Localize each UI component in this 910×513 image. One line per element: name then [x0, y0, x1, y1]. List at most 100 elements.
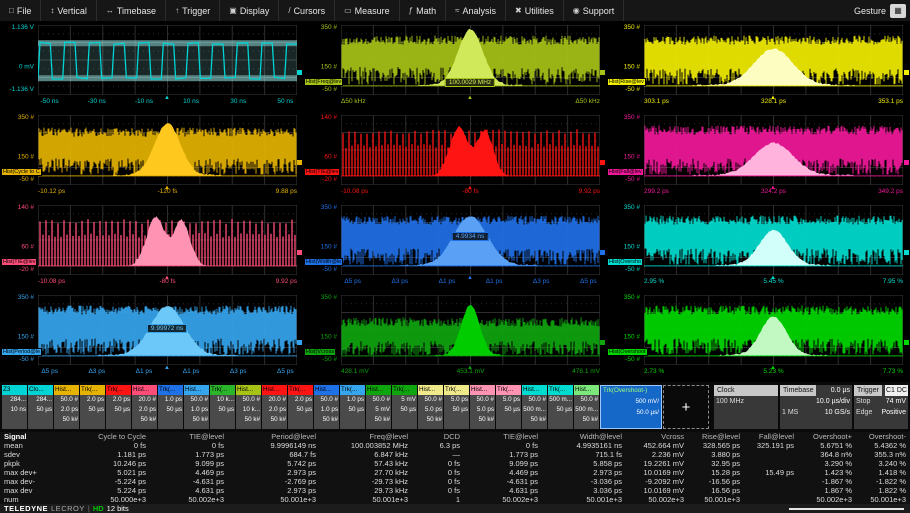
descriptor-box-9[interactable]: Hist...50.0 #10 k...50 k# [236, 385, 261, 429]
menu-display[interactable]: ▣Display [220, 0, 279, 21]
waveform-plot[interactable] [38, 25, 297, 95]
trace-tag-hist-overshoot-neg[interactable]: Hist(Overshoot [607, 348, 648, 356]
menu-measure[interactable]: ▭Measure [335, 0, 400, 21]
trigger-descriptor-box[interactable]: Trigger C1 DC Stop 74 mV Edge Positive [854, 385, 908, 429]
trace-tag-hist-rise[interactable]: Hist(Rise@lev [607, 78, 646, 86]
menu-label: Trigger [182, 6, 210, 16]
menu-vertical[interactable]: ↕Vertical [41, 0, 97, 21]
descriptor-box-17[interactable]: Trk(...5.0 ps50 µs [444, 385, 469, 429]
descriptor-box-11[interactable]: Trk(...2.0 ps50 µs [288, 385, 313, 429]
column-header-width-level[interactable]: Width@level [542, 432, 626, 441]
descriptor-value: 50.0 # [184, 395, 209, 405]
descriptor-box-5[interactable]: Hist...20.0 #2.0 ps50 k# [132, 385, 157, 429]
scroll-indicator[interactable] [789, 508, 904, 510]
menu-file[interactable]: □File [0, 0, 41, 21]
column-header-rise-level[interactable]: Rise@level [688, 432, 744, 441]
descriptor-label: Trk(... [158, 385, 183, 395]
trace-tag-hist-tie-clock[interactable]: Hist(TIE@lev [304, 168, 340, 176]
descriptor-box-15[interactable]: Trk(...5 mV50 µs [392, 385, 417, 429]
menu-support[interactable]: ◉Support [564, 0, 625, 21]
menu-analysis[interactable]: ≈Analysis [446, 0, 506, 21]
column-header-period-level[interactable]: Period@level [228, 432, 320, 441]
descriptor-box-12[interactable]: Hist...50.0 #1.0 ps50 k# [314, 385, 339, 429]
descriptor-box-21[interactable]: Trk(...500 m...50 µs [548, 385, 573, 429]
column-header-signal[interactable]: Signal [0, 432, 58, 441]
descriptor-value: 5 mV [392, 395, 417, 405]
descriptor-box-3[interactable]: Trk(...2.0 ps50 µs [80, 385, 105, 429]
descriptor-box-4[interactable]: Trk(...2.0 ps50 µs [106, 385, 131, 429]
descriptor-box-14[interactable]: Hist...50.0 #5 mV50 k# [366, 385, 391, 429]
menu-utilities[interactable]: ✖Utilities [506, 0, 564, 21]
column-header-freq-level[interactable]: Freq@level [320, 432, 412, 441]
timebase-descriptor-box[interactable]: Timebase 0.0 µs 10.0 µs/div 1 MS 10 GS/s [780, 385, 852, 429]
row-label: max dev- [0, 477, 58, 486]
column-header-tie-level[interactable]: TIE@level [150, 432, 228, 441]
measurement-value: 0 fs [412, 486, 464, 495]
x-axis-label: Δ1 ps [136, 368, 153, 375]
trace-level-marker [600, 70, 605, 75]
descriptor-box-22[interactable]: Hist...50.0 #500 m...50 k# [574, 385, 599, 429]
descriptor-value: 5.0 ps [496, 395, 521, 405]
column-header-fall-level[interactable]: Fall@level [744, 432, 798, 441]
measurement-value: -16.56 ps [688, 477, 744, 486]
histogram-plot[interactable] [38, 115, 297, 185]
descriptor-box-19[interactable]: Trk(...5.0 ps50 µs [496, 385, 521, 429]
trace-tag-hist-freq[interactable]: Hist(Freq@lev [304, 78, 343, 86]
descriptor-box-2[interactable]: Hist...50.0 #2.0 ps50 k# [54, 385, 79, 429]
menu-timebase[interactable]: ↔Timebase [97, 0, 166, 21]
trace-tag-hist-width[interactable]: Hist(Width@le [304, 258, 343, 266]
gesture-control[interactable]: Gesture ▦ [854, 4, 910, 18]
panel-hist-tie-clock: 140 #60 #-20 #-10.08 ps-80 fs9.92 psHist… [303, 112, 606, 202]
measurement-value: 1 [412, 495, 464, 504]
x-axis-label: 353.1 ps [878, 98, 903, 105]
trigger-icon: ↑ [175, 6, 179, 15]
trace-tag-hist-vcross[interactable]: Hist(Vcross [304, 348, 336, 356]
histogram-plot[interactable] [644, 25, 903, 95]
clock-descriptor-box[interactable]: Clock 100 MHz [714, 385, 778, 429]
column-header-dcd[interactable]: DCD [412, 432, 464, 441]
table-row-max-dev: max dev5.224 ps4.631 ps2.973 ps29.73 kHz… [0, 486, 910, 495]
column-header-tie-level[interactable]: TIE@level [464, 432, 542, 441]
descriptor-box-1[interactable]: Clo...284...50 µs [28, 385, 53, 429]
descriptor-label: Trk(... [288, 385, 313, 395]
menu-cursors[interactable]: /Cursors [279, 0, 335, 21]
timebase-offset: 0.0 µs [831, 385, 852, 396]
descriptor-label: Z3 [2, 385, 27, 395]
measurement-table: SignalCycle to CycleTIE@levelPeriod@leve… [0, 432, 910, 504]
measurement-value: 32.95 ps [688, 459, 744, 468]
trace-tag-hist-fall[interactable]: Hist(Fall@lev [607, 168, 644, 176]
menu-math[interactable]: ƒMath [400, 0, 446, 21]
descriptor-box-13[interactable]: Trk(...1.0 ps50 µs [340, 385, 365, 429]
trace-level-marker [904, 340, 909, 345]
y-axis-label: -50 # [303, 266, 337, 273]
descriptor-box-selected[interactable]: Trk(Overshoot-)500 mV/50.0 µs/ [600, 385, 662, 429]
column-header-cycle-to-cycle[interactable]: Cycle to Cycle [58, 432, 150, 441]
add-trace-button[interactable]: + [663, 385, 709, 429]
descriptor-box-6[interactable]: Trk(...1.0 ps50 µs [158, 385, 183, 429]
column-header-vcross[interactable]: Vcross [626, 432, 688, 441]
descriptor-box-20[interactable]: Hist...50.0 #500 m...50 k# [522, 385, 547, 429]
trace-tag-hist-tie-signal[interactable]: Hist(TIE@lev [1, 258, 37, 266]
descriptor-box-10[interactable]: Hist...20.0 #2.0 ps50 k# [262, 385, 287, 429]
gesture-icon[interactable]: ▦ [890, 4, 906, 18]
histogram-plot[interactable] [644, 205, 903, 275]
histogram-plot[interactable] [341, 295, 600, 365]
descriptor-box-18[interactable]: Hist...50.0 #5.0 ps50 k# [470, 385, 495, 429]
trace-tag-hist-period[interactable]: Hist(Period@le [1, 348, 42, 356]
descriptor-box-8[interactable]: Trk(...10 k...50 µs [210, 385, 235, 429]
descriptor-box-16[interactable]: Hist...50.0 #5.0 ps50 k# [418, 385, 443, 429]
histogram-plot[interactable] [644, 295, 903, 365]
histogram-plot[interactable] [341, 115, 600, 185]
menu-trigger[interactable]: ↑Trigger [166, 0, 220, 21]
trace-tag-hist-overshoot-pos[interactable]: Hist(Oversho [607, 258, 643, 266]
utilities-icon: ✖ [515, 6, 522, 15]
column-header-overshoot+[interactable]: Overshoot+ [798, 432, 856, 441]
descriptor-box-7[interactable]: Hist...50.0 #1.0 ps50 k# [184, 385, 209, 429]
histogram-plot[interactable] [38, 205, 297, 275]
descriptor-box-0[interactable]: Z3284...10 ns [2, 385, 27, 429]
measurement-value: 50.001e+3 [542, 495, 626, 504]
histogram-plot[interactable] [644, 115, 903, 185]
column-header-overshoot-[interactable]: Overshoot- [856, 432, 910, 441]
y-axis-label: -50 # [303, 356, 337, 363]
trace-tag-hist-cycle-to-cycle[interactable]: Hist(Cycle to C [1, 168, 42, 176]
